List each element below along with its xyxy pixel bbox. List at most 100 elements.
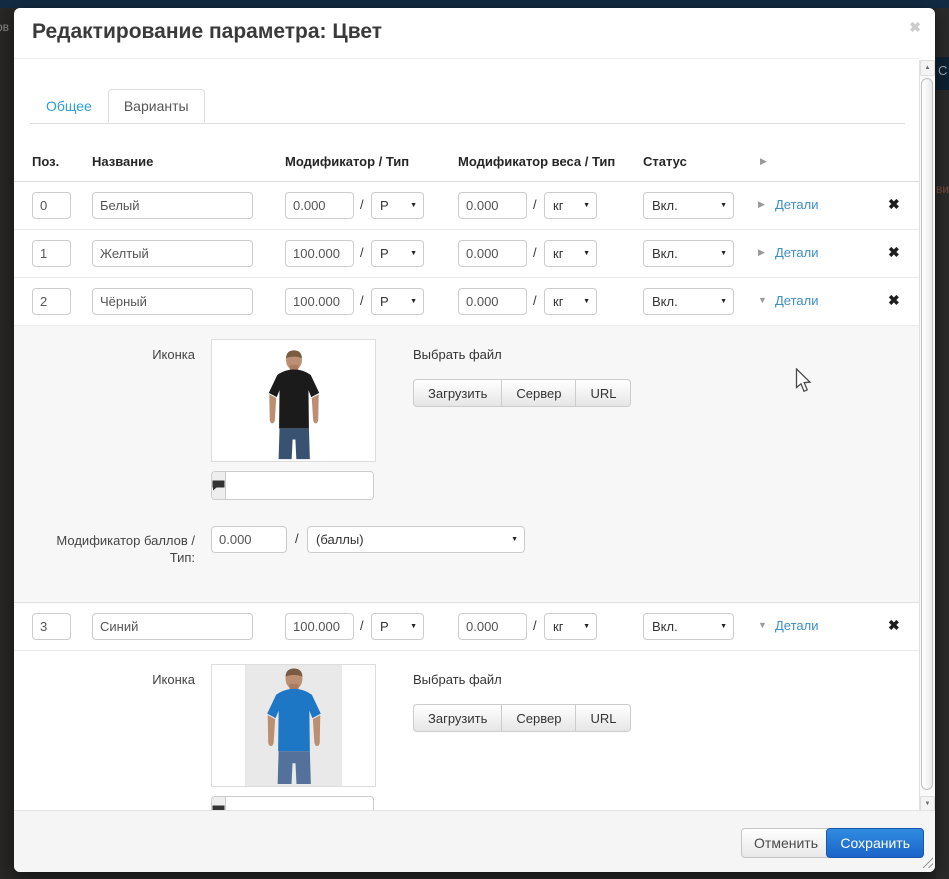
slash-separator: /	[533, 245, 537, 260]
status-select[interactable]: Вкл. ▼	[643, 288, 734, 315]
choose-file-label: Выбрать файл	[413, 672, 502, 687]
upload-button[interactable]: Загрузить	[413, 704, 502, 732]
url-button[interactable]: URL	[576, 704, 631, 732]
modifier-input[interactable]	[285, 613, 354, 640]
weight-unit-select[interactable]: кг▼	[544, 613, 597, 640]
comment-bubble-icon	[212, 797, 226, 810]
delete-variant-icon[interactable]: ✖	[888, 244, 900, 261]
column-header-name: Название	[92, 154, 153, 169]
chevron-down-icon: ▼	[583, 298, 590, 305]
modifier-type-select[interactable]: Р▼	[371, 613, 424, 640]
points-label-line1: Модификатор баллов /	[56, 533, 195, 548]
variant-name-input[interactable]	[92, 288, 253, 315]
collapse-arrow-icon[interactable]: ▼	[758, 620, 767, 630]
details-link[interactable]: Детали	[775, 618, 819, 633]
blue-tshirt-image	[247, 667, 341, 786]
delete-variant-icon[interactable]: ✖	[888, 617, 900, 634]
cancel-button[interactable]: Отменить	[741, 828, 831, 858]
status-select[interactable]: Вкл. ▼	[643, 192, 734, 219]
details-link[interactable]: Детали	[775, 293, 819, 308]
weight-unit-select[interactable]: кг▼	[544, 288, 597, 315]
modifier-type-select[interactable]: Р▼	[371, 192, 424, 219]
status-select[interactable]: Вкл.▼	[643, 613, 734, 640]
expand-arrow-icon[interactable]: ▶	[758, 199, 765, 210]
close-icon[interactable]: ✖	[909, 19, 921, 36]
chevron-down-icon: ▼	[410, 250, 417, 257]
points-label-line2: Тип:	[170, 550, 195, 565]
weight-unit-select[interactable]: кг▼	[544, 240, 597, 267]
select-value: Р	[380, 294, 389, 309]
weight-modifier-input[interactable]	[458, 240, 527, 267]
chevron-down-icon: ▼	[720, 202, 727, 209]
delete-variant-icon[interactable]: ✖	[888, 292, 900, 309]
points-modifier-input[interactable]	[211, 526, 287, 553]
background-text-fragment: ов	[0, 20, 14, 34]
modal-header: Редактирование параметра: Цвет ✖	[14, 8, 935, 58]
position-input[interactable]	[32, 192, 71, 219]
column-header-status: Статус	[643, 154, 687, 169]
modifier-type-select[interactable]: Р▼	[371, 288, 424, 315]
tab-general[interactable]: Общее	[30, 89, 108, 123]
black-tshirt-photo	[211, 339, 376, 462]
icon-label: Иконка	[14, 347, 195, 362]
delete-variant-icon[interactable]: ✖	[888, 196, 900, 213]
modifier-input[interactable]	[285, 192, 354, 219]
url-button[interactable]: URL	[576, 379, 631, 407]
variant-name-input[interactable]	[92, 240, 253, 267]
slash-separator: /	[533, 293, 537, 308]
modifier-input[interactable]	[285, 288, 354, 315]
table-row: / Р▼ / кг▼ Вкл.▼ ▼ Детали ✖	[14, 278, 919, 326]
details-link[interactable]: Детали	[775, 197, 819, 212]
save-button[interactable]: Сохранить	[826, 828, 924, 858]
table-row: / Р▼ / кг▼ Вкл.▼ ▶ Детали ✖	[14, 230, 919, 278]
scroll-up-icon[interactable]: ▲	[920, 60, 935, 76]
server-button[interactable]: Сервер	[502, 379, 576, 407]
modifier-input[interactable]	[285, 240, 354, 267]
slash-separator: /	[360, 293, 364, 308]
resize-handle[interactable]	[922, 857, 933, 868]
scrollbar-thumb[interactable]	[921, 78, 933, 790]
tab-bar: Общее Варианты	[30, 89, 905, 124]
points-type-select[interactable]: (баллы) ▼	[307, 526, 525, 553]
chevron-down-icon: ▼	[511, 536, 518, 543]
weight-modifier-input[interactable]	[458, 288, 527, 315]
comment-input[interactable]	[226, 797, 374, 810]
expand-arrow-icon[interactable]: ▶	[758, 247, 765, 258]
background-top-bar	[0, 0, 949, 8]
select-value: Вкл.	[652, 619, 678, 634]
weight-modifier-input[interactable]	[458, 613, 527, 640]
chevron-down-icon: ▼	[410, 623, 417, 630]
position-input[interactable]	[32, 240, 71, 267]
icon-comment-field	[211, 471, 374, 500]
column-header-position: Поз.	[32, 154, 59, 169]
select-value: Вкл.	[652, 294, 678, 309]
collapse-arrow-icon[interactable]: ▼	[758, 295, 767, 305]
black-tshirt-image	[248, 349, 340, 461]
weight-modifier-input[interactable]	[458, 192, 527, 219]
column-header-modifier: Модификатор / Тип	[285, 154, 409, 169]
choose-file-label: Выбрать файл	[413, 347, 502, 362]
slash-separator: /	[295, 531, 299, 546]
select-value: Вкл.	[652, 198, 678, 213]
status-select[interactable]: Вкл. ▼	[643, 240, 734, 267]
select-value: Р	[380, 619, 389, 634]
modifier-type-select[interactable]: Р▼	[371, 240, 424, 267]
chevron-down-icon: ▼	[720, 298, 727, 305]
upload-button[interactable]: Загрузить	[413, 379, 502, 407]
details-link[interactable]: Детали	[775, 245, 819, 260]
variant-details-panel: Иконка Выбрать файл	[14, 326, 919, 603]
comment-input[interactable]	[226, 472, 374, 499]
select-value: (баллы)	[316, 532, 364, 547]
select-value: Вкл.	[652, 246, 678, 261]
weight-unit-select[interactable]: кг▼	[544, 192, 597, 219]
tab-variants[interactable]: Варианты	[108, 89, 205, 123]
collapse-all-icon[interactable]: ▶	[760, 156, 767, 167]
blue-tshirt-photo	[211, 664, 376, 787]
variant-name-input[interactable]	[92, 613, 253, 640]
server-button[interactable]: Сервер	[502, 704, 576, 732]
chevron-down-icon: ▼	[720, 250, 727, 257]
variant-name-input[interactable]	[92, 192, 253, 219]
position-input[interactable]	[32, 288, 71, 315]
position-input[interactable]	[32, 613, 71, 640]
vertical-scrollbar[interactable]: ▲ ▼	[919, 60, 935, 812]
